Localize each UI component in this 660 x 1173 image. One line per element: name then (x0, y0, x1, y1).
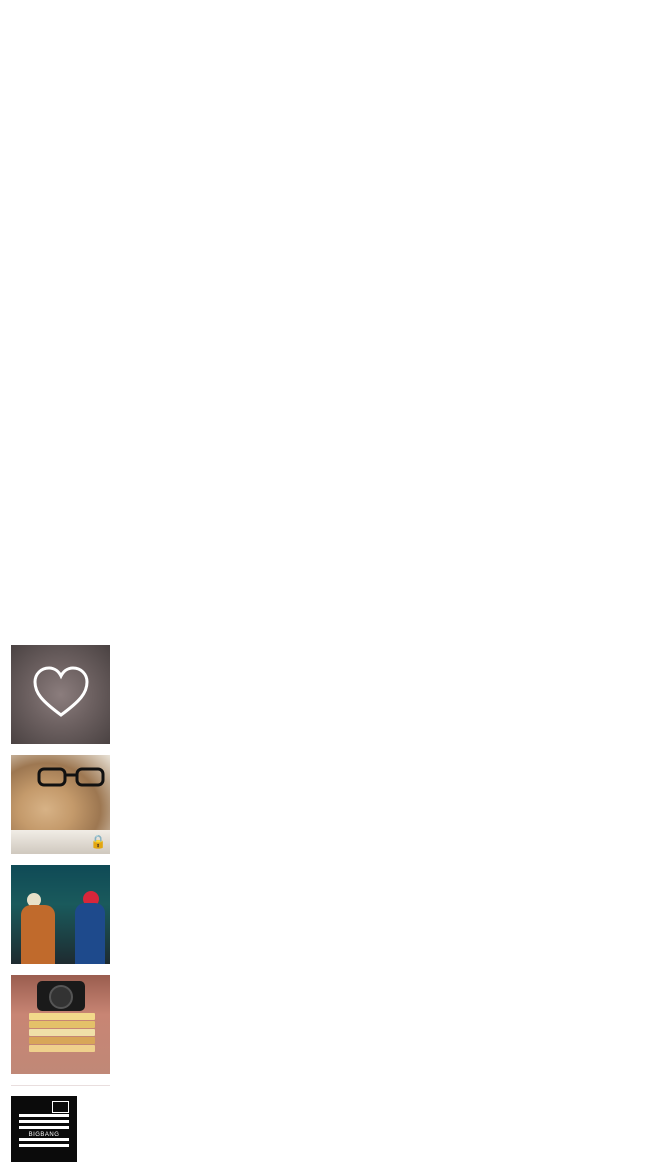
gallery-item-partial[interactable] (11, 1085, 110, 1086)
gallery-item-dog[interactable]: 🔒 (11, 755, 110, 854)
figure-1 (21, 905, 55, 964)
heart-outline-icon (33, 666, 89, 717)
figure-2 (75, 903, 105, 964)
album-brand-text: BIGBANG (19, 1132, 69, 1138)
gallery-item-heart[interactable] (11, 645, 110, 744)
glasses-graphic (37, 767, 105, 787)
album-logo (52, 1101, 69, 1113)
lock-icon: 🔒 (90, 834, 107, 849)
book-stack (29, 1013, 95, 1053)
gallery-item-street-art[interactable] (11, 865, 110, 964)
gallery-item-camera-books[interactable] (11, 975, 110, 1074)
camera-lens-graphic (49, 985, 73, 1009)
gallery-item-bigbang[interactable]: BIGBANG (11, 1096, 77, 1162)
